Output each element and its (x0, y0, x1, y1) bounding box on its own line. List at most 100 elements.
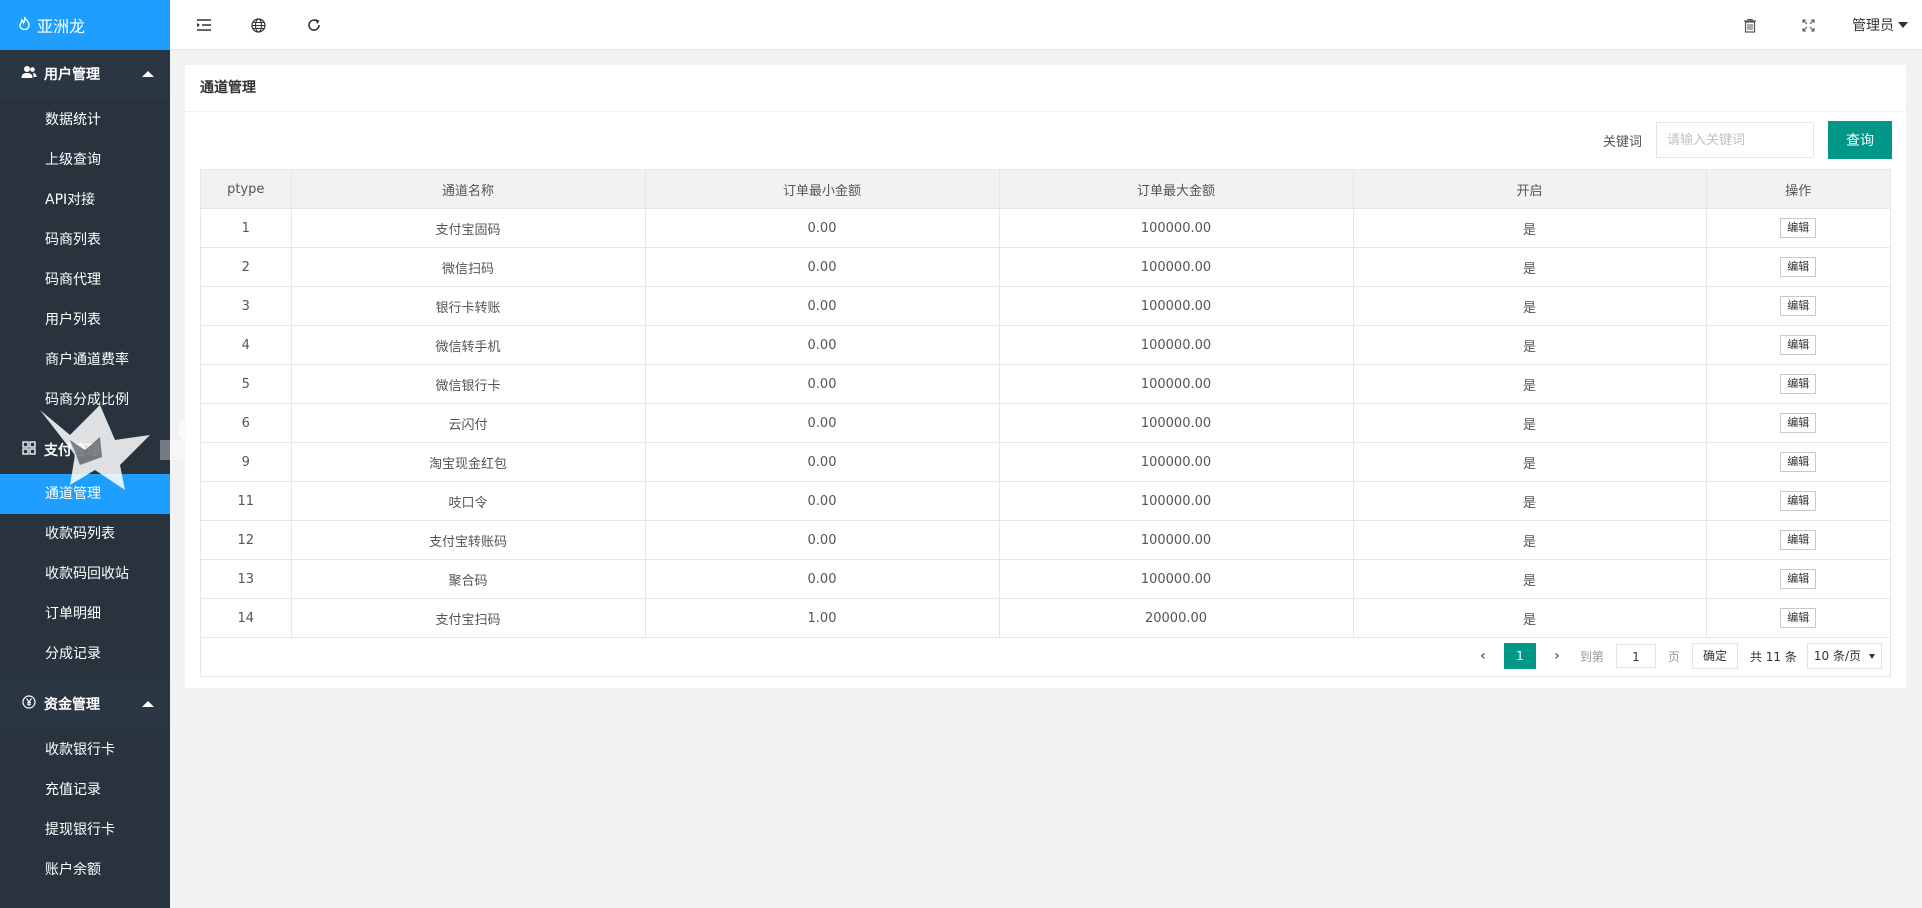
sidebar-item-order-details[interactable]: 订单明细 (0, 594, 170, 634)
caret-up-icon (142, 701, 154, 707)
fullscreen-icon[interactable] (1798, 15, 1818, 35)
cell-name: 银行卡转账 (291, 286, 646, 326)
cell-max: 100000.00 (999, 520, 1354, 560)
cell-min: 0.00 (645, 481, 1000, 521)
cell-ptype: 12 (201, 520, 292, 560)
admin-user-menu[interactable]: 管理员 (1852, 15, 1908, 35)
caret-up-icon (142, 71, 154, 77)
nav-group-label: 资金管理 (44, 697, 100, 713)
sidebar-item-user-list[interactable]: 用户列表 (0, 300, 170, 340)
cell-action: 编辑 (1706, 364, 1890, 404)
cell-ptype: 13 (201, 559, 292, 599)
edit-button[interactable]: 编辑 (1780, 608, 1817, 628)
sidebar-item-merchant-list[interactable]: 码商列表 (0, 220, 170, 260)
cell-ptype: 14 (201, 598, 292, 638)
sidebar-item-qrcode-list[interactable]: 收款码列表 (0, 514, 170, 554)
globe-icon[interactable] (248, 15, 268, 35)
cell-max: 100000.00 (999, 286, 1354, 326)
cell-enabled: 是 (1353, 325, 1707, 365)
cell-enabled: 是 (1353, 559, 1707, 599)
sidebar-item-data-stats[interactable]: 数据统计 (0, 100, 170, 140)
next-page-icon[interactable]: › (1546, 648, 1568, 664)
nav-group-label: 用户管理 (44, 67, 100, 83)
keyword-input[interactable] (1656, 122, 1814, 158)
channel-management-card: 通道管理 关键词 查询 ptype 通道名称 订单最小金额 订单最大金额 开启 … (185, 65, 1906, 688)
cell-action: 编辑 (1706, 481, 1890, 521)
dropdown-caret-icon (1869, 653, 1875, 659)
cell-ptype: 5 (201, 364, 292, 404)
sidebar-item-api[interactable]: API对接 (0, 180, 170, 220)
page-unit-label: 页 (1667, 649, 1680, 664)
app-logo[interactable]: 亚洲龙 (0, 0, 170, 50)
trash-icon[interactable] (1740, 15, 1760, 35)
cell-enabled: 是 (1353, 442, 1707, 482)
refresh-icon[interactable] (304, 15, 324, 35)
cell-enabled: 是 (1353, 286, 1707, 326)
sidebar-item-merchant-agent[interactable]: 码商代理 (0, 260, 170, 300)
column-header-min-amount: 订单最小金额 (645, 170, 1000, 209)
cell-enabled: 是 (1353, 247, 1707, 287)
cell-min: 0.00 (645, 208, 1000, 248)
cell-action: 编辑 (1706, 442, 1890, 482)
edit-button[interactable]: 编辑 (1780, 257, 1817, 277)
cell-max: 100000.00 (999, 364, 1354, 404)
nav-menu-user-management: 数据统计 上级查询 API对接 码商列表 码商代理 用户列表 商户通道费率 码商… (0, 98, 170, 426)
edit-button[interactable]: 编辑 (1780, 491, 1817, 511)
cell-max: 20000.00 (999, 598, 1354, 638)
goto-confirm-button[interactable]: 确定 (1691, 643, 1738, 669)
cell-name: 支付宝固码 (291, 208, 646, 248)
cell-min: 0.00 (645, 520, 1000, 560)
cell-name: 微信扫码 (291, 247, 646, 287)
cell-enabled: 是 (1353, 598, 1707, 638)
column-header-name: 通道名称 (291, 170, 646, 209)
edit-button[interactable]: 编辑 (1780, 374, 1817, 394)
edit-button[interactable]: 编辑 (1780, 413, 1817, 433)
sidebar-item-recharge-records[interactable]: 充值记录 (0, 770, 170, 810)
cell-action: 编辑 (1706, 247, 1890, 287)
edit-button[interactable]: 编辑 (1780, 530, 1817, 550)
cell-ptype: 3 (201, 286, 292, 326)
nav-group-user-management[interactable]: 用户管理 (0, 50, 170, 98)
cell-max: 100000.00 (999, 559, 1354, 599)
menu-toggle-icon[interactable] (194, 15, 214, 35)
page-title: 通道管理 (185, 65, 1906, 112)
cell-action: 编辑 (1706, 520, 1890, 560)
cell-enabled: 是 (1353, 403, 1707, 443)
sidebar-item-qrcode-recycle[interactable]: 收款码回收站 (0, 554, 170, 594)
edit-button[interactable]: 编辑 (1780, 335, 1817, 355)
sidebar-item-share-records[interactable]: 分成记录 (0, 634, 170, 674)
table-row: 1 支付宝固码 0.00 100000.00 是 编辑 (201, 208, 1890, 248)
table-row: 11 吱口令 0.00 100000.00 是 编辑 (201, 481, 1890, 521)
table-row: 6 云闪付 0.00 100000.00 是 编辑 (201, 403, 1890, 443)
edit-button[interactable]: 编辑 (1780, 218, 1817, 238)
nav-group-fund-management[interactable]: 资金管理 (0, 680, 170, 728)
nav-menu-fund-management: 收款银行卡 充值记录 提现银行卡 账户余额 (0, 728, 170, 890)
channel-table: ptype 通道名称 订单最小金额 订单最大金额 开启 操作 1 支付宝固码 0… (201, 170, 1890, 638)
table-row: 14 支付宝扫码 1.00 20000.00 是 编辑 (201, 598, 1890, 638)
users-icon (20, 65, 38, 83)
sidebar-item-withdraw-card[interactable]: 提现银行卡 (0, 810, 170, 850)
cell-name: 支付宝转账码 (291, 520, 646, 560)
cat-watermark-icon (30, 395, 210, 499)
app-name: 亚洲龙 (37, 17, 86, 36)
yen-icon (20, 695, 38, 713)
page-number-input[interactable]: 1 (1615, 644, 1656, 668)
edit-button[interactable]: 编辑 (1780, 569, 1817, 589)
table-header-row: ptype 通道名称 订单最小金额 订单最大金额 开启 操作 (201, 170, 1890, 209)
edit-button[interactable]: 编辑 (1780, 296, 1817, 316)
prev-page-icon[interactable]: ‹ (1472, 648, 1494, 664)
sidebar-item-channel-rate[interactable]: 商户通道费率 (0, 340, 170, 380)
cell-name: 聚合码 (291, 559, 646, 599)
cell-ptype: 4 (201, 325, 292, 365)
current-page[interactable]: 1 (1503, 643, 1536, 669)
sidebar-item-account-balance[interactable]: 账户余额 (0, 850, 170, 890)
edit-button[interactable]: 编辑 (1780, 452, 1817, 472)
sidebar-item-receiving-card[interactable]: 收款银行卡 (0, 730, 170, 770)
page-size-select[interactable]: 10 条/页 (1806, 643, 1882, 669)
table-row: 9 淘宝现金红包 0.00 100000.00 是 编辑 (201, 442, 1890, 482)
cell-min: 0.00 (645, 442, 1000, 482)
goto-label: 到第 (1579, 649, 1604, 664)
search-button[interactable]: 查询 (1828, 121, 1892, 159)
cell-enabled: 是 (1353, 481, 1707, 521)
sidebar-item-superior-query[interactable]: 上级查询 (0, 140, 170, 180)
